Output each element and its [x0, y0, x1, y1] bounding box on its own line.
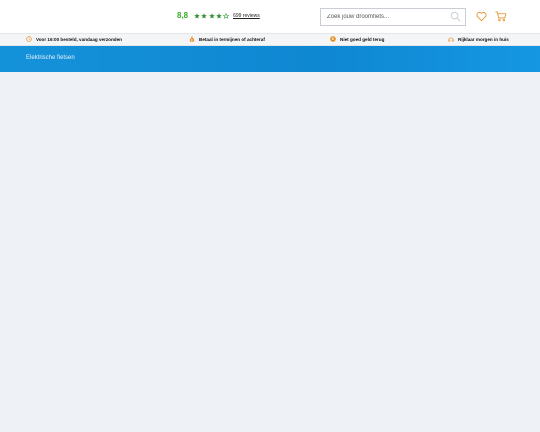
heart-icon[interactable]	[476, 11, 487, 22]
money-back-icon: €	[330, 36, 336, 42]
main-content-area	[0, 72, 540, 432]
site-header: 8,8 699 reviews	[0, 0, 540, 33]
star-full-icon	[215, 12, 222, 19]
search-icon[interactable]	[450, 11, 461, 22]
usp-label: Rijklaar morgen in huis	[458, 36, 509, 42]
usp-bar: Voor 16:00 besteld, vandaag verzonden € …	[0, 33, 540, 46]
star-full-icon	[194, 12, 200, 19]
usp-label: Voor 16:00 besteld, vandaag verzonden	[36, 36, 122, 42]
rating-score: 8,8	[177, 11, 189, 20]
category-hero-banner: Elektrische fietsen	[0, 46, 540, 72]
delivery-icon	[448, 37, 454, 42]
usp-item: € Niet goed geld terug	[330, 36, 384, 42]
money-bag-icon: €	[189, 36, 195, 42]
svg-text:€: €	[190, 39, 193, 42]
breadcrumb[interactable]: Elektrische fietsen	[26, 55, 75, 61]
search-box	[320, 8, 466, 26]
usp-item: € Betaal in termijnen of achteraf	[189, 36, 265, 42]
usp-item: Rijklaar morgen in huis	[448, 36, 509, 42]
cart-icon[interactable]	[495, 11, 507, 22]
star-empty-icon	[222, 12, 229, 19]
star-full-icon	[208, 12, 215, 19]
search-input[interactable]	[321, 9, 445, 25]
usp-label: Niet goed geld terug	[340, 36, 385, 42]
reviews-link[interactable]: 699 reviews	[233, 13, 260, 19]
star-full-icon	[201, 12, 208, 19]
rating-stars	[194, 12, 230, 19]
usp-label: Betaal in termijnen of achteraf	[199, 36, 265, 42]
review-rating[interactable]: 8,8 699 reviews	[177, 11, 260, 20]
usp-item: Voor 16:00 besteld, vandaag verzonden	[26, 36, 122, 42]
clock-icon	[26, 36, 32, 42]
